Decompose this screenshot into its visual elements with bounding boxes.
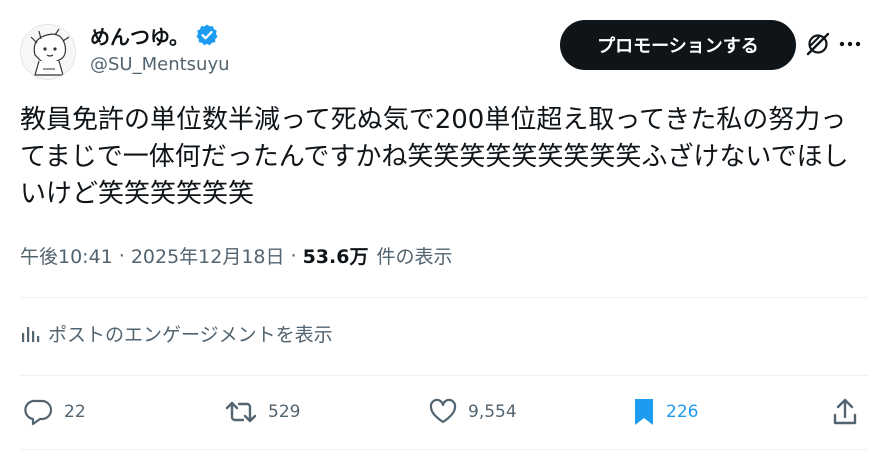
repost-count: 529 <box>268 402 301 422</box>
reply-button[interactable]: 22 <box>24 392 86 432</box>
like-count: 9,554 <box>468 402 517 422</box>
bookmark-icon <box>635 399 653 425</box>
post-meta: 午後10:41 · 2025年12月18日 · 53.6万 件の表示 <box>20 242 452 269</box>
meta-separator: · <box>290 244 297 267</box>
repost-icon <box>225 401 257 423</box>
post-time[interactable]: 午後10:41 <box>20 242 113 269</box>
share-icon <box>833 398 857 425</box>
post-date[interactable]: 2025年12月18日 <box>131 242 285 269</box>
view-engagement-link[interactable]: ポストのエンゲージメントを表示 <box>20 320 333 347</box>
views-label: 件の表示 <box>376 246 453 268</box>
verified-badge-icon <box>196 24 218 46</box>
more-icon <box>839 41 861 47</box>
divider <box>20 375 868 376</box>
grok-button[interactable] <box>804 30 832 58</box>
like-icon <box>429 398 457 424</box>
bookmark-count: 226 <box>666 402 699 422</box>
like-button[interactable]: 9,554 <box>428 392 517 432</box>
action-bar: 22 529 9,554 226 <box>20 392 868 432</box>
more-button[interactable] <box>838 30 862 58</box>
promote-button[interactable]: プロモーションする <box>560 20 796 70</box>
display-name[interactable]: めんつゆ。 <box>90 21 189 50</box>
repost-button[interactable]: 529 <box>224 392 300 432</box>
views-count: 53.6万 <box>302 246 369 268</box>
post-text: 教員免許の単位数半減って死ぬ気で200単位超え取ってきた私の努力ってまじで一体何… <box>20 105 849 209</box>
grok-icon <box>806 32 830 56</box>
user-info: めんつゆ。 @SU_Mentsuyu <box>90 22 230 75</box>
post-header: めんつゆ。 @SU_Mentsuyu プロモーションする <box>20 18 862 82</box>
engagement-label: ポストのエンゲージメントを表示 <box>48 324 333 346</box>
meta-separator: · <box>118 244 125 267</box>
avatar[interactable] <box>20 24 76 80</box>
share-button[interactable] <box>832 392 868 432</box>
reply-icon <box>24 399 53 426</box>
user-handle[interactable]: @SU_Mentsuyu <box>90 54 230 75</box>
reply-count: 22 <box>64 402 86 422</box>
divider <box>20 297 868 298</box>
bookmark-button[interactable]: 226 <box>632 392 698 432</box>
avatar-illustration <box>21 25 75 79</box>
divider <box>20 449 868 450</box>
analytics-icon <box>22 326 40 342</box>
